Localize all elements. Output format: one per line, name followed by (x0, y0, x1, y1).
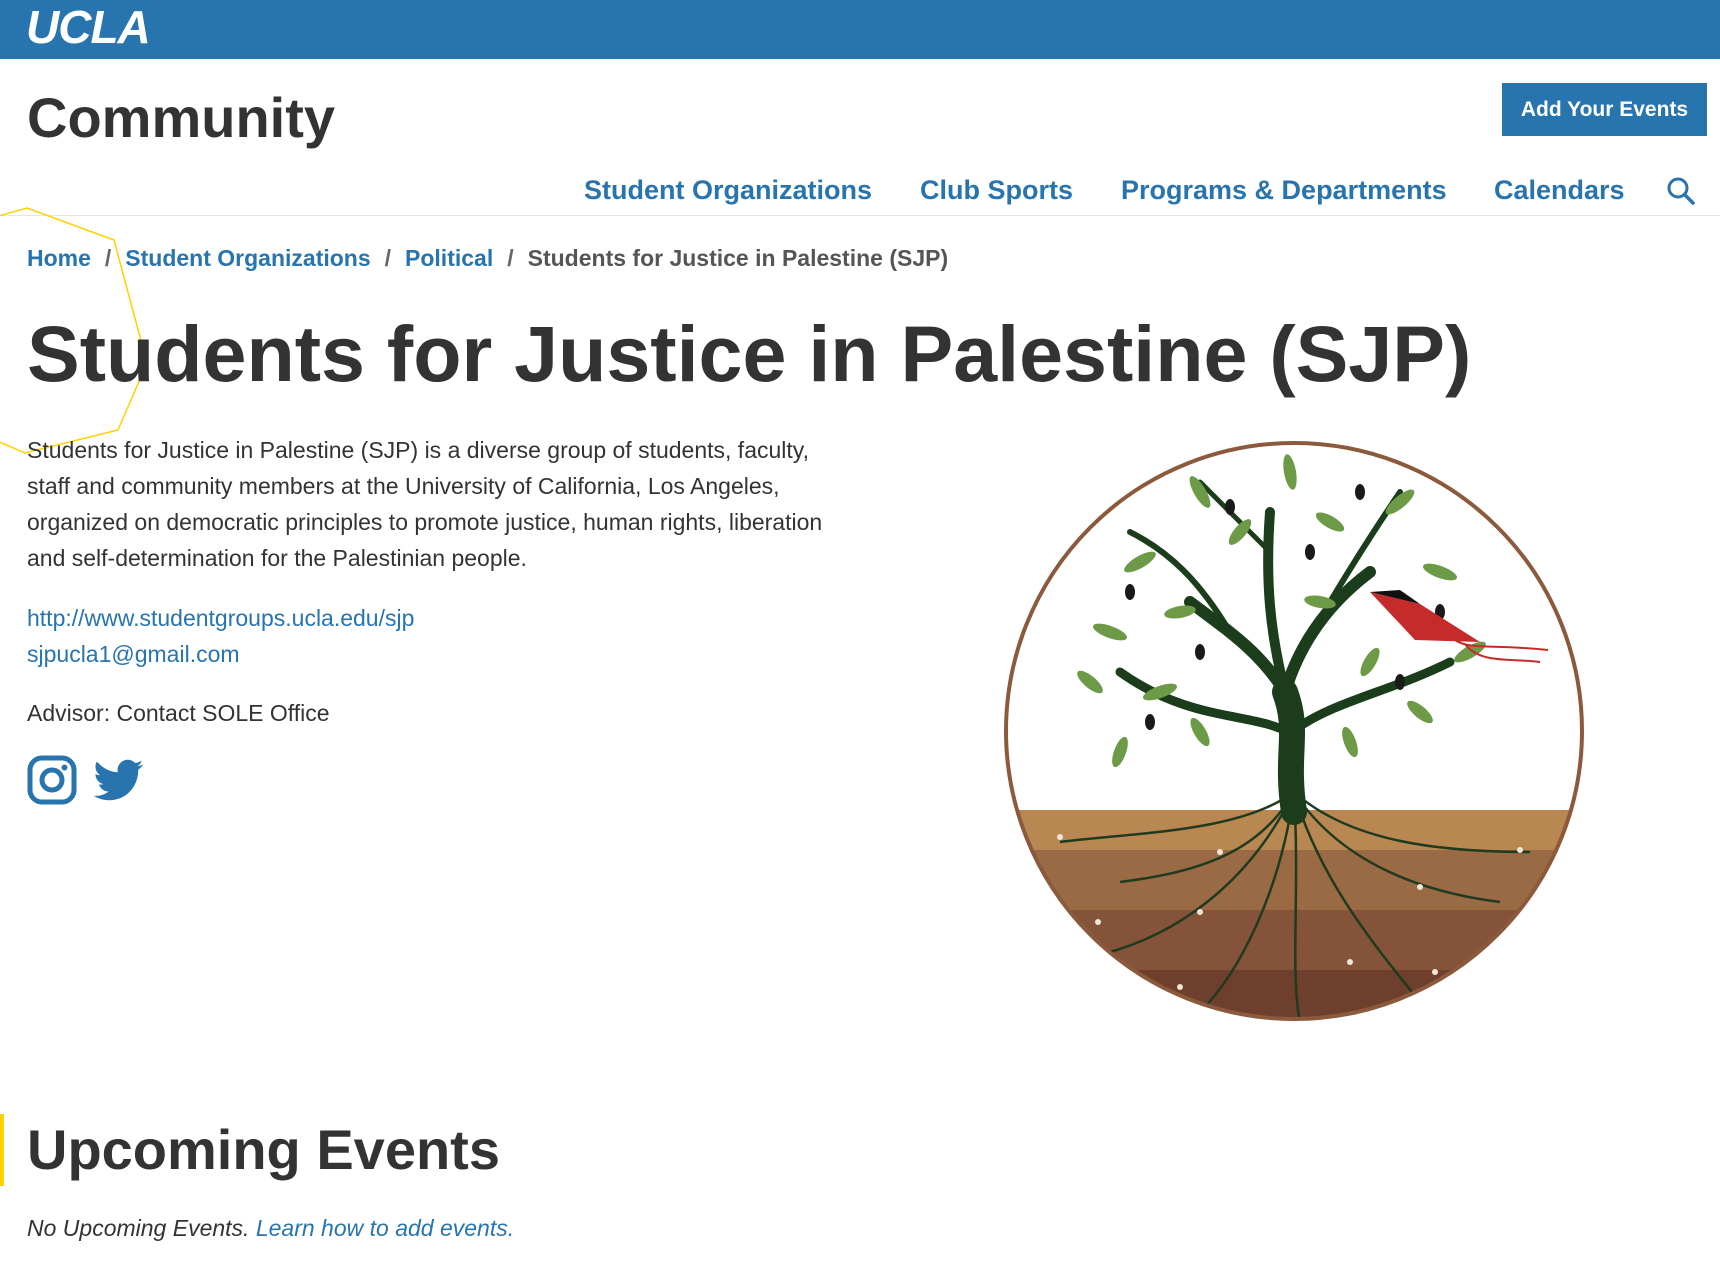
breadcrumb-separator: / (104, 245, 112, 271)
breadcrumb: Home / Student Organizations / Political… (27, 242, 948, 274)
top-bar: UCLA (0, 0, 1720, 59)
email-link[interactable]: sjpucla1@gmail.com (27, 636, 240, 672)
nav-item-club-sports[interactable]: Club Sports (920, 170, 1073, 210)
site-title[interactable]: Community (27, 86, 335, 150)
events-heading: Upcoming Events (27, 1118, 500, 1181)
breadcrumb-home[interactable]: Home (27, 242, 91, 274)
learn-how-to-add-events-link[interactable]: Learn how to add events. (256, 1215, 514, 1241)
website-link[interactable]: http://www.studentgroups.ucla.edu/sjp (27, 600, 414, 636)
ucla-logo[interactable]: UCLA (26, 2, 151, 52)
nav-item-calendars[interactable]: Calendars (1494, 170, 1625, 210)
events-accent-bar (0, 1114, 4, 1186)
breadcrumb-political[interactable]: Political (405, 242, 493, 274)
breadcrumb-current: Students for Justice in Palestine (SJP) (527, 245, 949, 271)
no-events-text: No Upcoming Events. Learn how to add eve… (27, 1210, 514, 1246)
nav-divider (0, 215, 1720, 216)
page-title: Students for Justice in Palestine (SJP) (27, 309, 1472, 398)
breadcrumb-separator: / (507, 245, 514, 271)
nav-item-student-organizations[interactable]: Student Organizations (584, 170, 872, 210)
search-icon[interactable] (1665, 175, 1697, 207)
breadcrumb-separator: / (384, 245, 392, 271)
add-your-events-button[interactable]: Add Your Events (1502, 83, 1707, 136)
instagram-icon[interactable] (27, 755, 77, 805)
no-events-message: No Upcoming Events. (27, 1215, 250, 1241)
twitter-icon[interactable] (94, 755, 144, 805)
advisor-text: Advisor: Contact SOLE Office (27, 700, 330, 726)
nav-item-programs-departments[interactable]: Programs & Departments (1121, 170, 1447, 210)
breadcrumb-student-organizations[interactable]: Student Organizations (125, 242, 370, 274)
org-description: Students for Justice in Palestine (SJP) … (27, 437, 823, 571)
olive-tree-logo (1004, 441, 1584, 1021)
